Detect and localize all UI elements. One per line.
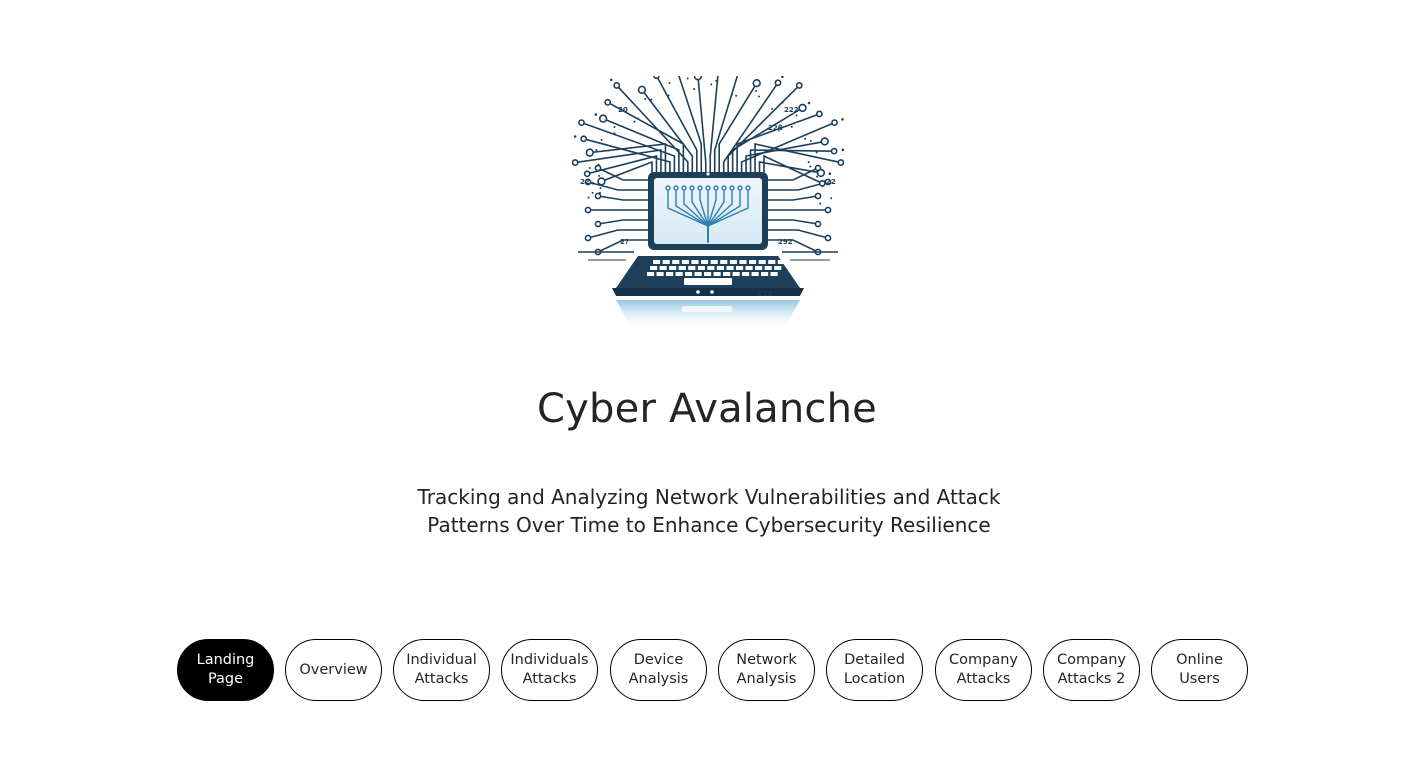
nav-button-individuals-attacks[interactable]: Individuals Attacks: [501, 639, 598, 701]
nav-button-label: Individual: [406, 652, 477, 668]
subtitle-line: Patterns Over Time to Enhance Cybersecur…: [427, 513, 991, 537]
nav-button-device-analysis[interactable]: Device Analysis: [610, 639, 707, 701]
nav-button-label: Online: [1176, 652, 1223, 668]
nav-button-label: Overview: [299, 661, 368, 678]
landing-page: 20 222 22β 22 2? 292 222 22 Cyber Avalan…: [0, 0, 1404, 784]
nav-button-label: Attacks 2: [1057, 671, 1126, 687]
nav-button-label: Individuals: [510, 652, 589, 668]
nav-button-label: Analysis: [736, 671, 797, 687]
subtitle-line: Tracking and Analyzing Network Vulnerabi…: [417, 485, 1001, 509]
page-subtitle: Tracking and Analyzing Network Vulnerabi…: [0, 483, 1404, 539]
nav-button-individual-attacks[interactable]: Individual Attacks: [393, 639, 490, 701]
nav-button-label: Analysis: [628, 671, 689, 687]
logo-label: 222: [758, 290, 773, 298]
nav-button-label: Location: [843, 671, 906, 687]
logo-label: 22β: [768, 124, 783, 132]
nav-button-label: Page: [207, 671, 244, 687]
nav-button-label: Attacks: [414, 671, 469, 687]
nav-button-online-users[interactable]: Online Users: [1151, 639, 1248, 701]
nav-button-company-attacks-2[interactable]: Company Attacks 2: [1043, 639, 1140, 701]
nav-button-label: Device: [633, 652, 684, 668]
nav-button-label: Company: [949, 652, 1018, 668]
nav-button-label: Users: [1179, 671, 1220, 687]
nav-button-label: Attacks: [956, 671, 1011, 687]
logo-label: 292: [778, 238, 793, 246]
logo-label: 222: [784, 106, 799, 114]
laptop-circuit-logo-icon: 20 222 22β 22 2? 292 222 22: [572, 76, 844, 332]
page-title: Cyber Avalanche: [537, 386, 877, 432]
nav-button-label: Detailed: [844, 652, 905, 668]
nav-button-label: Landing: [196, 652, 255, 668]
nav-button-company-attacks[interactable]: Company Attacks: [935, 639, 1032, 701]
logo-label: 20: [618, 106, 628, 114]
nav-button-landing-page[interactable]: Landing Page: [177, 639, 274, 701]
nav-button-label: Network: [736, 652, 797, 668]
nav-button-network-analysis[interactable]: Network Analysis: [718, 639, 815, 701]
logo-label: 22: [580, 178, 590, 186]
nav-button-overview[interactable]: Overview: [285, 639, 382, 701]
logo-label: 22: [826, 178, 836, 186]
nav-button-label: Attacks: [522, 671, 577, 687]
nav-button-label: Company: [1057, 652, 1126, 668]
logo-label: 2?: [620, 238, 629, 246]
nav-button-detailed-location[interactable]: Detailed Location: [826, 639, 923, 701]
